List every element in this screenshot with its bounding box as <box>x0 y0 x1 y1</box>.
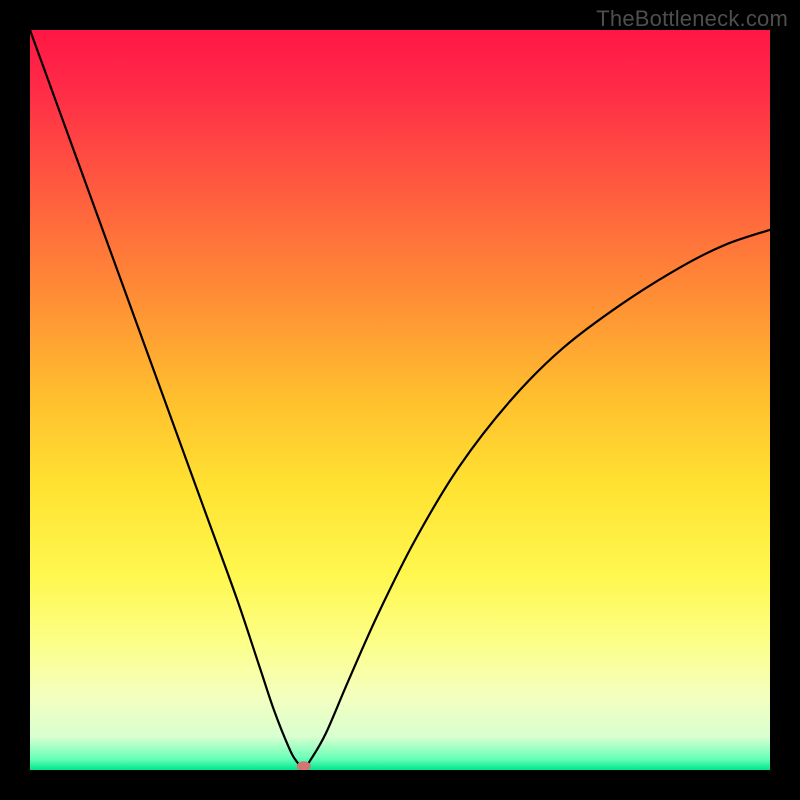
gradient-background <box>30 30 770 770</box>
watermark-text: TheBottleneck.com <box>596 6 788 32</box>
chart-frame: TheBottleneck.com <box>0 0 800 800</box>
bottleneck-chart <box>30 30 770 770</box>
